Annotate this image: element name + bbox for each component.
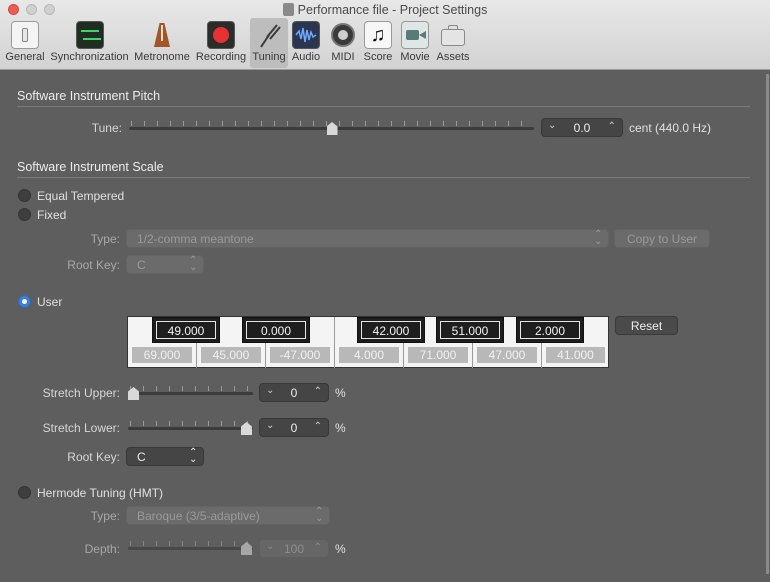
stretch-upper-ticks (130, 386, 251, 391)
updown-chevron-icon: ⌃ ⌄ (189, 447, 198, 465)
fixed-label[interactable]: Fixed (37, 208, 66, 222)
tune-slider[interactable] (129, 121, 534, 135)
chevron-up-icon[interactable]: ⌃ (314, 386, 322, 397)
black-key-f-sharp[interactable]: 42.000 (357, 317, 425, 343)
metronome-icon (148, 21, 176, 49)
window-scrollbar[interactable] (766, 74, 769, 574)
fixed-type-label: Type: (90, 232, 120, 246)
pitch-separator (17, 106, 750, 107)
user-root-key-popup[interactable]: C ⌃ ⌄ (126, 447, 204, 466)
reset-button[interactable]: Reset (615, 316, 678, 335)
toolbar-movie[interactable]: Movie (398, 18, 432, 68)
project-settings-window: Performance file - Project Settings Gene… (0, 0, 770, 582)
hermode-depth-track (128, 547, 253, 550)
general-switch-icon (11, 21, 39, 49)
toolbar-tuning[interactable]: Tuning (250, 18, 288, 68)
user-label[interactable]: User (37, 295, 62, 309)
hermode-depth-label: Depth: (84, 542, 120, 556)
fixed-root-key-popup[interactable]: C ⌃ ⌄ (126, 255, 204, 274)
toolbar-general[interactable]: General (4, 18, 46, 68)
tuning-fork-icon (255, 21, 283, 49)
hermode-depth-percent: % (335, 542, 346, 556)
document-icon (282, 3, 294, 16)
movie-camera-icon (401, 21, 429, 49)
tune-unit: cent (440.0 Hz) (629, 121, 712, 135)
updown-chevron-icon: ⌃ ⌄ (315, 506, 324, 524)
synchronization-icon (75, 21, 104, 49)
toolbar-synchronization[interactable]: Synchronization (49, 18, 130, 68)
stretch-upper-track (128, 392, 253, 395)
equal-tempered-label[interactable]: Equal Tempered (37, 189, 124, 203)
hermode-depth-stepper[interactable]: ⌄ 100 ⌃ (259, 539, 329, 558)
window-title: Performance file - Project Settings (0, 2, 770, 18)
stretch-lower-percent: % (335, 421, 346, 435)
hermode-type-popup[interactable]: Baroque (3/5-adaptive) ⌃ ⌄ (126, 506, 330, 525)
stretch-lower-track (128, 427, 253, 430)
toolbar-recording[interactable]: Recording (194, 18, 248, 68)
user-scale-keyboard: 69.000 45.000 -47.000 4.000 71.000 47.00… (127, 316, 609, 368)
hermode-radio[interactable] (18, 486, 31, 499)
stretch-upper-label: Stretch Upper: (42, 386, 120, 400)
black-key-g-sharp[interactable]: 51.000 (436, 317, 504, 343)
tune-stepper[interactable]: ⌄ 0.0 ⌃ (541, 118, 623, 137)
stretch-lower-stepper[interactable]: ⌄ 0 ⌃ (259, 418, 329, 437)
black-key-c-sharp[interactable]: 49.000 (152, 317, 220, 343)
black-key-a-sharp[interactable]: 2.000 (516, 317, 584, 343)
user-root-key-label: Root Key: (67, 450, 120, 464)
chevron-up-icon[interactable]: ⌃ (314, 542, 322, 553)
toolbar-metronome[interactable]: Metronome (133, 18, 191, 68)
black-key-d-sharp[interactable]: 0.000 (242, 317, 310, 343)
updown-chevron-icon: ⌃ ⌄ (594, 229, 603, 247)
hermode-depth-slider[interactable] (128, 541, 253, 555)
copy-to-user-button[interactable]: Copy to User (614, 229, 710, 248)
hermode-label[interactable]: Hermode Tuning (HMT) (37, 486, 163, 500)
chevron-up-icon[interactable]: ⌃ (314, 421, 322, 432)
record-icon (207, 21, 235, 49)
stretch-upper-slider[interactable] (128, 386, 253, 400)
stretch-lower-label: Stretch Lower: (42, 421, 120, 435)
fixed-radio[interactable] (18, 208, 31, 221)
pitch-section-title: Software Instrument Pitch (17, 89, 161, 103)
fixed-root-key-label: Root Key: (67, 258, 120, 272)
hermode-depth-ticks (130, 541, 251, 546)
updown-chevron-icon: ⌃ ⌄ (189, 255, 198, 273)
equal-tempered-radio[interactable] (18, 189, 31, 202)
audio-waveform-icon (292, 21, 320, 49)
stretch-lower-slider[interactable] (128, 421, 253, 435)
toolbar-assets[interactable]: Assets (435, 18, 471, 68)
stretch-lower-ticks (130, 421, 251, 426)
scale-separator (17, 177, 750, 178)
hermode-type-label: Type: (90, 509, 120, 523)
tune-label: Tune: (91, 121, 122, 135)
music-note-icon: ♫ (364, 21, 392, 49)
stretch-upper-stepper[interactable]: ⌄ 0 ⌃ (259, 383, 329, 402)
toolbar-midi[interactable]: MIDI (328, 18, 358, 68)
toolbar-score[interactable]: ♫ Score (362, 18, 394, 68)
briefcase-icon (439, 21, 467, 49)
midi-connector-icon (329, 21, 357, 49)
scale-section-title: Software Instrument Scale (17, 160, 164, 174)
stretch-upper-percent: % (335, 386, 346, 400)
user-radio[interactable] (18, 295, 31, 308)
fixed-type-popup[interactable]: 1/2-comma meantone ⌃ ⌄ (126, 229, 609, 248)
title-bar: Performance file - Project Settings Gene… (0, 0, 770, 70)
toolbar-audio[interactable]: Audio (290, 18, 322, 68)
chevron-up-icon[interactable]: ⌃ (608, 121, 616, 132)
